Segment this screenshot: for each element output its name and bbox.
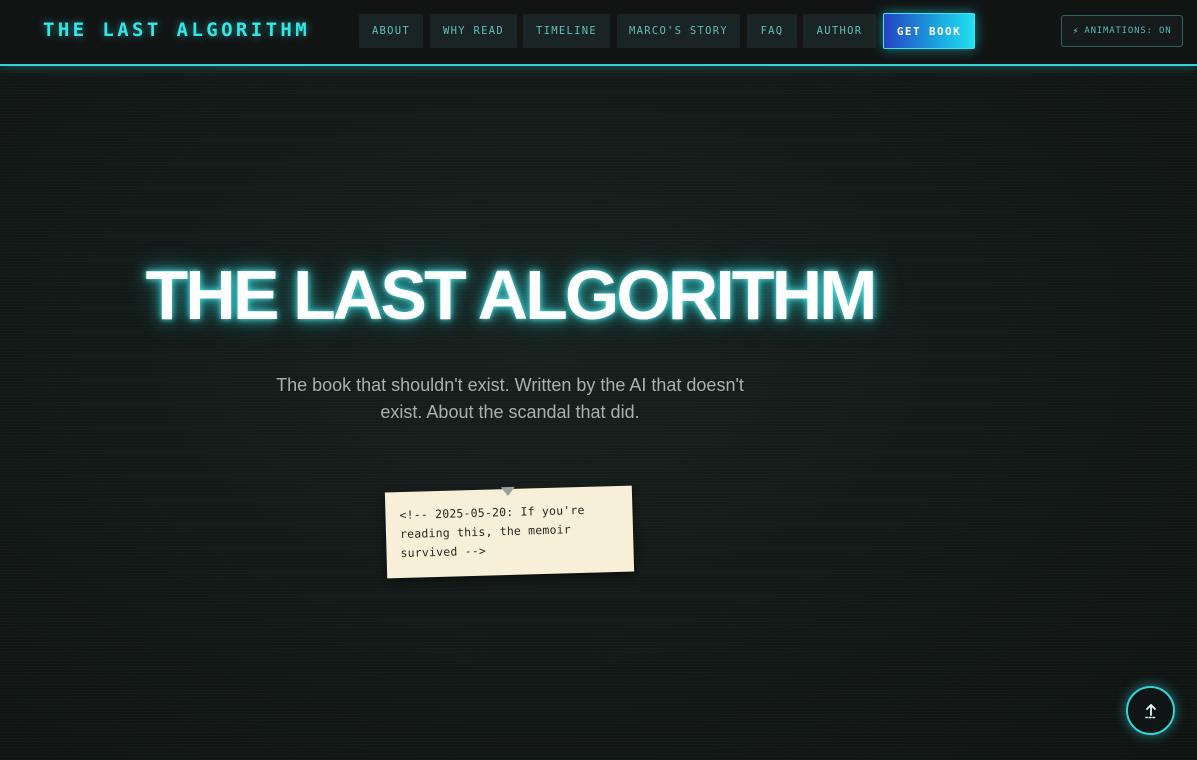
animations-toggle-label: ANIMATIONS: ON (1084, 26, 1172, 36)
scroll-to-top-button[interactable] (1126, 686, 1175, 735)
nav-marcos-story[interactable]: MARCO'S STORY (617, 14, 740, 48)
lightning-bolt-icon: ⚡︎ (1072, 25, 1080, 37)
brand-logo[interactable]: THE LAST ALGORITHM (43, 19, 310, 41)
get-book-button[interactable]: GET BOOK (883, 13, 975, 49)
pin-icon (500, 486, 515, 497)
nav-timeline[interactable]: TIMELINE (523, 14, 610, 48)
site-header: THE LAST ALGORITHM ABOUT WHY READ TIMELI… (0, 0, 1197, 66)
hero-tagline: The book that shouldn't exist. Written b… (276, 375, 744, 422)
animations-toggle-button[interactable]: ⚡︎ ANIMATIONS: ON (1061, 15, 1183, 47)
nav-faq[interactable]: FAQ (747, 14, 797, 48)
hero-title: THE LAST ALGORITHM (145, 256, 878, 334)
nav-about[interactable]: ABOUT (359, 14, 423, 48)
nav-author[interactable]: AUTHOR (803, 14, 876, 48)
arrow-up-icon (1142, 702, 1160, 720)
note-text: <!-- 2025-05-20: If you're reading this,… (399, 502, 585, 561)
nav-why-read[interactable]: WHY READ (430, 14, 517, 48)
note-card: <!-- 2025-05-20: If you're reading this,… (384, 485, 635, 579)
